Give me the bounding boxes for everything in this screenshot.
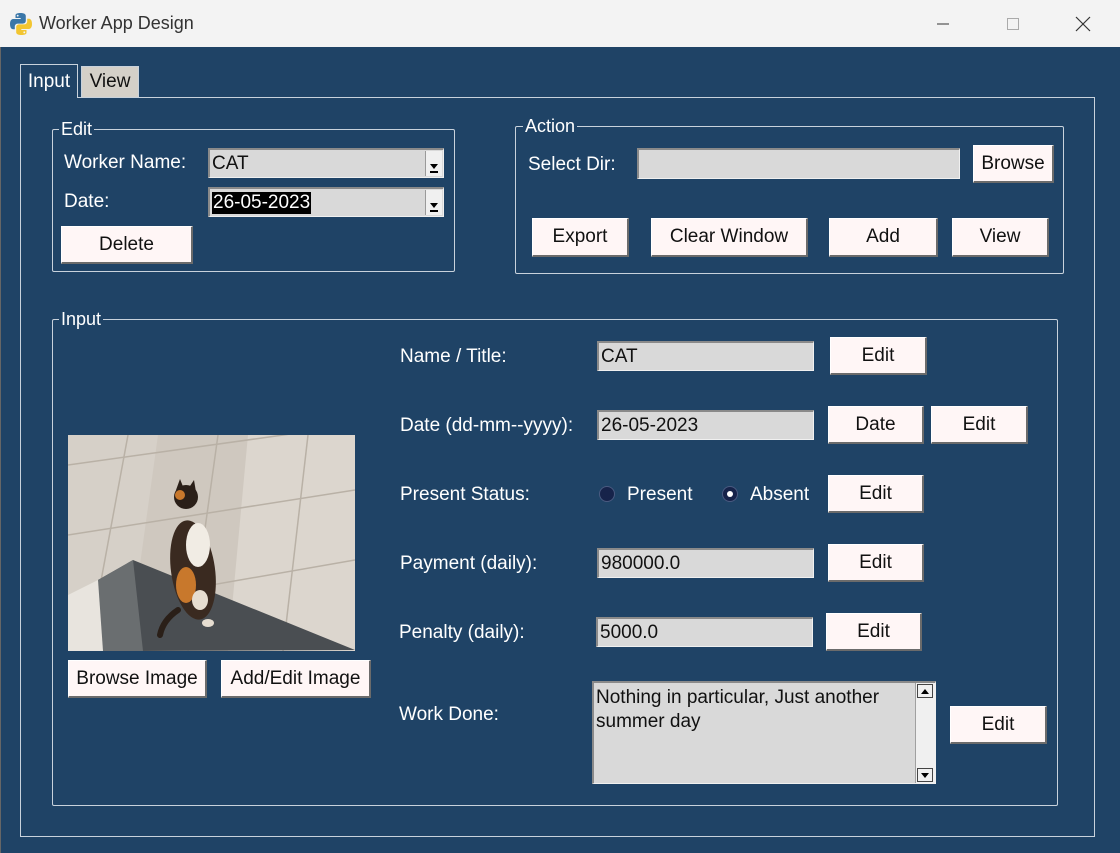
add-button[interactable]: Add	[829, 218, 938, 257]
edit-date-button[interactable]: Edit	[931, 406, 1028, 444]
title-bar: Worker App Design	[0, 0, 1120, 47]
maximize-icon	[1007, 17, 1019, 30]
worker-name-value: CAT	[212, 152, 249, 174]
absent-radio[interactable]	[722, 486, 738, 502]
dropdown-arrow-icon[interactable]	[425, 190, 442, 215]
date-format-label: Date (dd-mm--yyyy):	[400, 415, 574, 436]
date-input[interactable]: 26-05-2023	[597, 410, 814, 440]
date-label: Date:	[64, 191, 110, 212]
date-picker-button[interactable]: Date	[828, 406, 924, 444]
edit-status-button[interactable]: Edit	[828, 475, 924, 513]
radio-selected-dot	[727, 491, 733, 497]
edit-payment-button[interactable]: Edit	[828, 544, 924, 582]
worker-name-combobox[interactable]: CAT	[208, 148, 444, 178]
work-done-text: Nothing in particular, Just another summ…	[596, 687, 880, 732]
export-button[interactable]: Export	[532, 218, 629, 257]
browse-button[interactable]: Browse	[973, 145, 1054, 183]
select-dir-input[interactable]	[637, 148, 960, 179]
date-value: 26-05-2023	[212, 191, 312, 214]
absent-option-label[interactable]: Absent	[750, 484, 809, 506]
payment-input[interactable]: 980000.0	[597, 548, 814, 578]
dropdown-arrow-icon[interactable]	[425, 151, 442, 176]
add-edit-image-button[interactable]: Add/Edit Image	[221, 660, 371, 698]
edit-name-button[interactable]: Edit	[830, 337, 927, 375]
date-combobox[interactable]: 26-05-2023	[208, 187, 444, 217]
present-status-label: Present Status:	[400, 484, 530, 505]
select-dir-label: Select Dir:	[528, 154, 616, 175]
worker-photo	[68, 435, 355, 651]
input-frame-title: Input	[59, 309, 104, 330]
name-title-label: Name / Title:	[400, 346, 507, 367]
maximize-button[interactable]	[978, 0, 1048, 47]
edit-frame-title: Edit	[59, 119, 95, 140]
scroll-up-icon[interactable]	[917, 684, 933, 698]
browse-image-button[interactable]: Browse Image	[68, 660, 207, 698]
delete-button[interactable]: Delete	[61, 226, 193, 264]
tab-view[interactable]: View	[81, 66, 139, 97]
name-title-input[interactable]: CAT	[597, 341, 814, 371]
work-done-textarea[interactable]: Nothing in particular, Just another summ…	[592, 681, 936, 784]
present-option-label[interactable]: Present	[627, 484, 692, 506]
close-icon	[1075, 16, 1091, 31]
close-button[interactable]	[1048, 0, 1118, 47]
scroll-down-icon[interactable]	[917, 768, 933, 782]
minimize-button[interactable]	[908, 0, 978, 47]
present-radio[interactable]	[599, 486, 615, 502]
payment-label: Payment (daily):	[400, 553, 538, 574]
cat-photo-image	[68, 435, 355, 651]
work-done-label: Work Done:	[399, 704, 499, 725]
tab-input[interactable]: Input	[20, 64, 78, 98]
work-done-scrollbar[interactable]	[915, 683, 935, 783]
action-frame-title: Action	[523, 116, 578, 137]
python-logo-icon	[10, 13, 32, 35]
edit-penalty-button[interactable]: Edit	[826, 613, 922, 651]
penalty-label: Penalty (daily):	[399, 622, 525, 643]
clear-window-button[interactable]: Clear Window	[651, 218, 808, 257]
view-button[interactable]: View	[952, 218, 1049, 257]
worker-name-label: Worker Name:	[64, 152, 187, 173]
minimize-icon	[937, 23, 949, 24]
window-title: Worker App Design	[39, 13, 194, 33]
penalty-input[interactable]: 5000.0	[596, 617, 813, 647]
edit-work-done-button[interactable]: Edit	[950, 706, 1047, 744]
